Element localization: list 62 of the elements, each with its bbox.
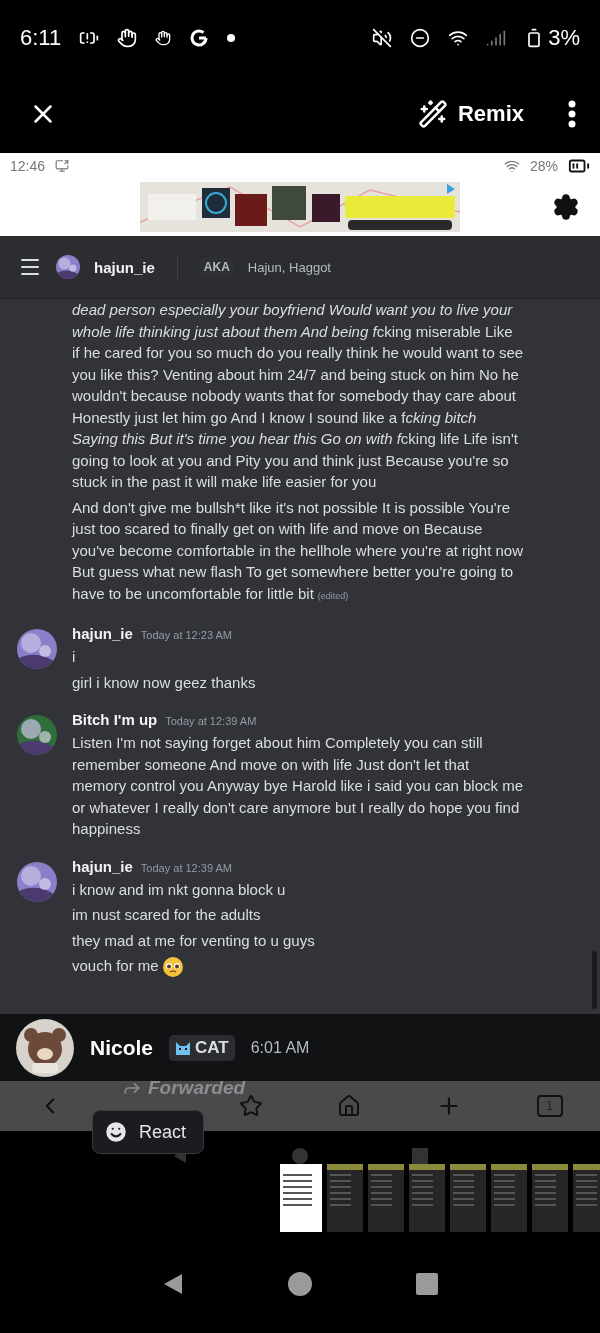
message-timestamp: 6:01 AM [250,1038,310,1057]
author-name: hajun_ie [72,625,133,642]
screenshot-thumbnail[interactable] [491,1164,527,1232]
message-timestamp: Today at 12:39 AM [165,715,257,727]
message-text: Listen I'm not saying forget about him Completely you can still remember someone And move on with life Just don't let that memory control you Anyway bye Harold like i said you can block me or whatever I really don't care anymore but I really do hope you find happiness [72,733,524,839]
screenshot-thumbnail[interactable] [409,1164,445,1232]
message-text: im nust scared for the adults [72,905,262,925]
clock-time: 12:46 [10,157,46,174]
cat-icon [175,1039,192,1056]
star-icon [238,1094,263,1118]
do-not-disturb-icon [410,27,431,48]
dot-icon [227,33,236,42]
g-icon [189,27,210,48]
message-text: i [72,647,77,667]
forwarded-label: Forwarded [122,1077,246,1099]
author-name: Bitch I'm up [72,711,158,728]
screenshot-thumbnail[interactable] [368,1164,404,1232]
message-text: vouch for me [72,957,159,974]
smile-icon [103,1119,129,1145]
battery-percent: 3% [548,24,580,51]
screenshot-thumbnail[interactable] [573,1164,600,1232]
recents-icon [412,1148,428,1164]
author-name: Nicole [90,1035,154,1060]
settings-button[interactable] [552,193,580,221]
message-timestamp: Today at 12:39 AM [140,861,232,874]
message-text: i know and im nkt gonna block u [72,879,287,900]
clock-time: 6:11 [20,24,62,51]
recents-button[interactable] [416,1272,438,1295]
scrollbar[interactable] [592,951,597,1009]
hand-icon [155,29,172,46]
message-timestamp: Today at 12:23 AM [140,629,232,641]
settings-icon [552,193,580,221]
avatar [17,629,57,669]
battery-percent: 28% [529,157,558,174]
clan-tag: CAT [169,1034,235,1061]
avatar [17,861,57,902]
home-icon [292,1148,308,1164]
screen-cast-icon [55,158,70,173]
message-text: And don't give me bullsh*t like it's not possible It is possible You're just too scared to finally get on with life and move on Because you've become comfortable in the hellhole where you're at right now But guess what new flash To get somewhere better you're going to have to be uncomfortable for little bit (edited) [72,497,524,604]
avatar [17,715,57,755]
more-options-button[interactable] [568,100,576,128]
message-text: they mad at me for venting to u guys [72,930,316,951]
more-icon [568,100,576,128]
avatar [16,1018,74,1077]
remix-button[interactable]: Remix [413,95,528,133]
channel-name: hajun_ie [94,258,155,276]
message-text: dead person especially your boyfriend Would want you to live your whole life thinking just about them And being fcking miserable Like if he cared for you so much do you really think he would want to see you like this? Venting about him 24/7 and being stuck on him No he wouldn't because nobody wants that for somebody thay care about Honestly just let him go And I know I sound like a fcking bitch Saying this But it's time you hear this Go on with fcking life Life isn't going to look at you and Pity you and think just Because you're so stuck in the past it will make life easier for you [72,300,524,492]
screenshot-thumbnail[interactable] [532,1164,568,1232]
avatar [56,255,80,279]
screenshot-thumbnail[interactable] [327,1164,363,1232]
message-text: girl i know now geez thanks [72,672,257,693]
aka-names: Hajun, Haggot [247,259,331,275]
react-button[interactable]: React [92,1110,204,1154]
author-name: hajun_ie [72,857,133,875]
aka-tag: AKA [199,258,234,276]
hand-icon [117,27,138,48]
mute-icon [372,27,393,48]
back-button[interactable] [162,1272,184,1295]
screenshot-thumbnail[interactable] [450,1164,486,1232]
home-button[interactable] [288,1271,312,1296]
home-icon [337,1094,362,1118]
wand-sparkles-icon [417,99,448,129]
